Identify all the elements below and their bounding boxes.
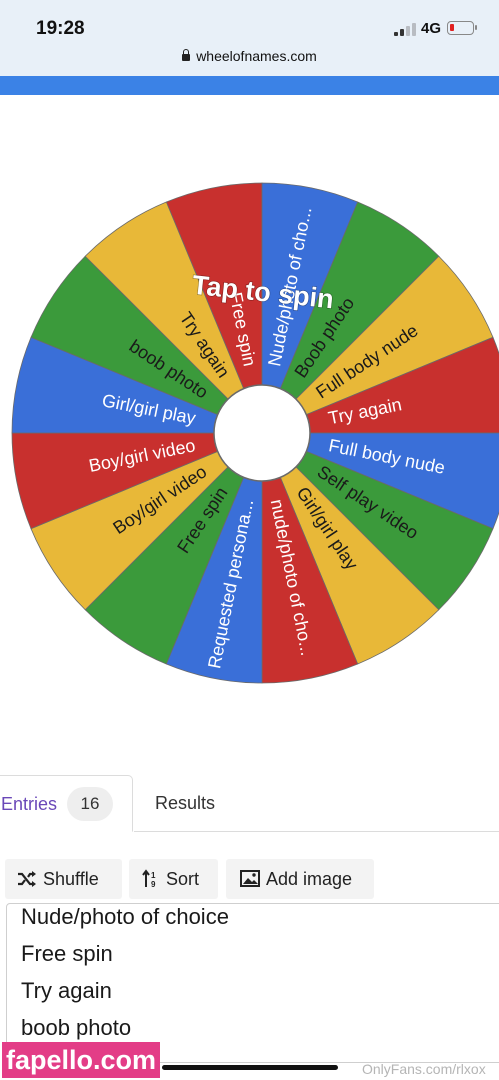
entries-textarea[interactable]: Nude/photo of choice Free spin Try again… — [6, 903, 499, 1063]
shuffle-icon — [18, 871, 36, 887]
entry-line: Try again — [21, 978, 112, 1003]
image-icon — [240, 870, 260, 887]
wheel-hub[interactable] — [213, 384, 311, 482]
network-type: 4G — [421, 20, 442, 37]
sort-label: Sort — [166, 869, 200, 889]
tab-entries-label: Entries — [1, 794, 58, 814]
tab-entries[interactable]: Entries 16 — [0, 775, 133, 832]
add-image-label: Add image — [266, 869, 353, 889]
footer-credit: OnlyFans.com/rlxox — [362, 1061, 486, 1077]
watermark-logo: fapello.com — [2, 1042, 161, 1078]
shuffle-label: Shuffle — [43, 869, 99, 889]
clock: 19:28 — [36, 18, 85, 39]
signal-icon — [394, 22, 416, 36]
home-indicator — [162, 1065, 338, 1070]
svg-text:9: 9 — [151, 880, 156, 889]
sort-button[interactable]: 1 9 Sort — [129, 859, 218, 899]
url-text: wheelofnames.com — [196, 48, 317, 64]
status-bar: 19:28 4G wheelofnames.com — [0, 0, 499, 76]
shuffle-button[interactable]: Shuffle — [5, 859, 122, 899]
add-image-button[interactable]: Add image — [226, 859, 374, 899]
entry-line: boob photo — [21, 1015, 132, 1040]
svg-text:1: 1 — [151, 871, 156, 880]
entries-results-tabs: Entries 16 Results — [0, 775, 499, 833]
lock-icon — [182, 49, 191, 61]
entries-count-badge: 16 — [67, 787, 113, 821]
tab-results[interactable]: Results — [155, 793, 215, 814]
entry-line: Free spin — [21, 941, 113, 966]
site-header-bar — [0, 76, 499, 95]
sort-icon: 1 9 — [142, 869, 156, 889]
battery-icon — [447, 21, 477, 35]
address-bar[interactable]: wheelofnames.com — [0, 48, 499, 64]
spin-wheel[interactable]: Free spin Nude/photo of cho...Boob photoF… — [0, 175, 499, 695]
entry-line: Nude/photo of choice — [21, 904, 229, 929]
